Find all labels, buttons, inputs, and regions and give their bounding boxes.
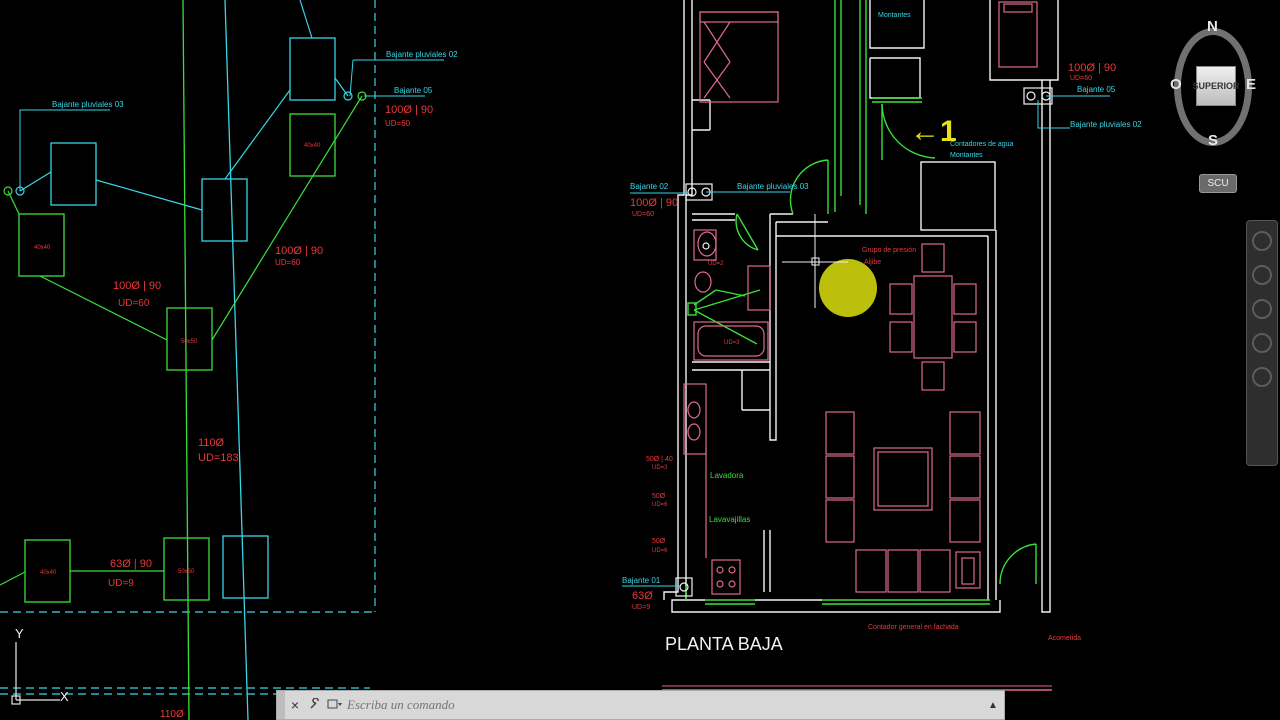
wcs-menu-button[interactable]: SCU [1199, 174, 1237, 193]
chevron-up-icon[interactable]: ▲ [982, 700, 1004, 711]
label-grupo-presion: Grupo de presión [862, 247, 916, 254]
ud-value: UD=60 [1070, 75, 1092, 82]
label-bajante-pluviales-02: Bajante pluviales 02 [386, 50, 458, 59]
pipe-spec: 50Ø [652, 493, 666, 500]
sink-kitchen [683, 383, 707, 455]
pipe-spec: 63Ø [632, 590, 653, 602]
ud-value: UD=183 [198, 452, 239, 464]
ud-value: UD=60 [275, 258, 301, 267]
axis-y-label: Y [15, 626, 24, 641]
coffee-table [873, 447, 933, 511]
dining-table [913, 275, 953, 359]
label-montantes: Montantes [878, 12, 911, 19]
pipe-spec: 100Ø | 90 [1068, 62, 1116, 74]
registry-box [50, 142, 97, 206]
ud-value: UD=9 [632, 604, 650, 611]
steering-wheel-icon[interactable] [1252, 231, 1272, 251]
floor-plan-furniture [662, 1, 1052, 691]
box-size: 50x50 [178, 569, 195, 575]
close-icon[interactable]: × [285, 697, 305, 713]
pipe-spec: 110Ø [160, 709, 184, 720]
box-size: 50x50 [181, 339, 198, 345]
box-size: 40x40 [40, 570, 57, 576]
ud-value: UD=9 [108, 578, 134, 589]
ud-value: UD=60 [385, 119, 411, 128]
ud-value: UD=2 [708, 261, 724, 267]
pipe-spec: 110Ø [198, 437, 225, 449]
ud-value: UD=3 [724, 340, 740, 346]
registry-box [222, 535, 269, 599]
label-bajante-05-right: Bajante 05 [1077, 85, 1116, 94]
pipe-spec: 100Ø | 90 [113, 280, 161, 292]
viewcube-face-top[interactable]: SUPERIOR [1193, 66, 1240, 106]
pipe-spec: 100Ø | 90 [385, 104, 433, 116]
viewcube[interactable]: SUPERIOR N S E O [1170, 18, 1262, 149]
ud-value: UD=60 [118, 298, 150, 309]
label-bajante-05: Bajante 05 [394, 86, 433, 95]
pipe-spec: 50Ø | 40 [646, 456, 673, 463]
cursor-highlight [819, 259, 877, 317]
compass-south[interactable]: S [1208, 132, 1218, 149]
pipe-spec: 63Ø | 90 [110, 558, 152, 570]
axis-x-label: X [60, 689, 69, 704]
label-bajante-02: Bajante 02 [630, 182, 669, 191]
compass-east[interactable]: E [1246, 76, 1256, 93]
ud-value: UD=6 [652, 502, 668, 508]
zoom-icon[interactable] [1252, 299, 1272, 319]
pipe-spec: 100Ø | 90 [630, 197, 678, 209]
label-bajante-pluviales-03-right: Bajante pluviales 03 [737, 182, 809, 191]
recent-commands-icon[interactable] [325, 697, 345, 713]
pipe-spec: 50Ø [652, 538, 666, 545]
wrench-icon[interactable] [305, 697, 325, 713]
ud-value: UD=3 [652, 465, 668, 471]
pan-icon[interactable] [1252, 265, 1272, 285]
compass-west[interactable]: O [1170, 76, 1182, 93]
label-bajante-01: Bajante 01 [622, 576, 661, 585]
cad-drawing-canvas[interactable]: Bajante pluviales 03 Bajante pluviales 0… [0, 0, 1280, 720]
box-size: 40x40 [34, 245, 51, 251]
ud-value: UD=6 [652, 548, 668, 554]
command-line-grip[interactable] [277, 691, 285, 719]
label-acometida: Acometida [1048, 635, 1081, 642]
label-bajante-pluviales-02-right: Bajante pluviales 02 [1070, 120, 1142, 129]
reference-marker: ←1 [910, 115, 957, 148]
bed [699, 11, 779, 103]
label-bajante-pluviales-03: Bajante pluviales 03 [52, 100, 124, 109]
compass-north[interactable]: N [1207, 18, 1218, 35]
ucs-icon [11, 642, 60, 705]
navigation-bar [1246, 220, 1278, 466]
registry-box [289, 37, 336, 101]
plan-title: PLANTA BAJA [665, 634, 783, 654]
registry-box [201, 178, 248, 242]
showmotion-icon[interactable] [1252, 367, 1272, 387]
label-contadores-agua: Contadores de agua [950, 141, 1014, 148]
label-contador-general: Contador general en fachada [868, 624, 959, 631]
ud-value: UD=60 [632, 211, 654, 218]
label-lavadora: Lavadora [710, 471, 744, 480]
box-size: 40x40 [304, 143, 321, 149]
label-lavavajillas: Lavavajillas [709, 515, 750, 524]
command-input[interactable] [345, 696, 982, 714]
pipe-spec: 100Ø | 90 [275, 245, 323, 257]
label-aljibe: Aljibe [864, 259, 881, 266]
label-montantes-mid: Montantes [950, 152, 983, 159]
orbit-icon[interactable] [1252, 333, 1272, 353]
command-line: × ▲ [276, 690, 1005, 720]
